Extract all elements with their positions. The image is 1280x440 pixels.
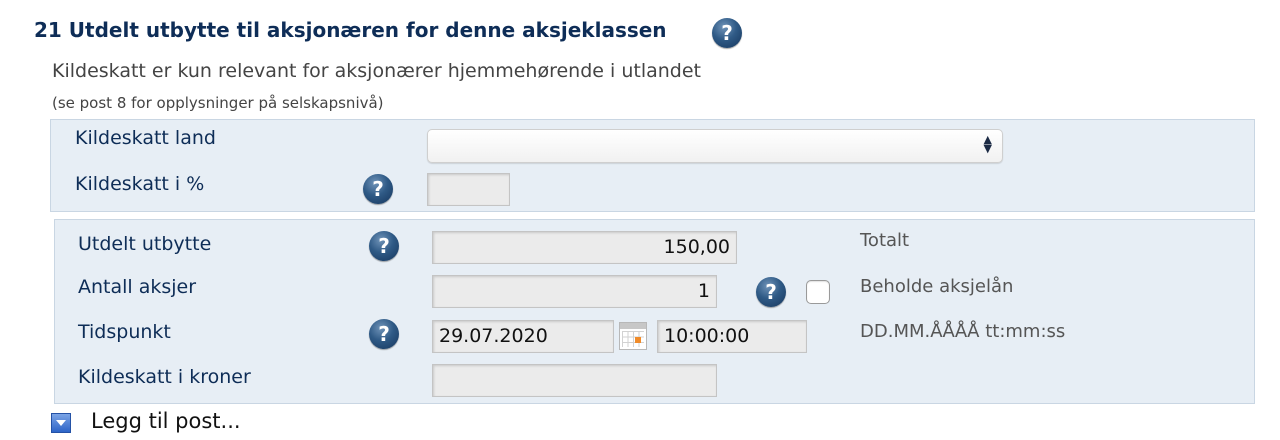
shares-count-input[interactable]: 1 bbox=[432, 275, 717, 308]
withholding-percent-label: Kildeskatt i % bbox=[75, 173, 205, 195]
expand-down-icon[interactable] bbox=[51, 413, 71, 433]
add-post-link[interactable]: Legg til post... bbox=[91, 409, 241, 433]
select-arrows-icon: ▲ ▼ bbox=[983, 133, 992, 155]
time-input[interactable]: 10:00:00 bbox=[657, 320, 807, 353]
withholding-country-label: Kildeskatt land bbox=[75, 127, 216, 149]
calendar-icon[interactable] bbox=[619, 322, 647, 350]
time-label: Tidspunkt bbox=[78, 321, 171, 343]
tax-kroner-input[interactable] bbox=[432, 364, 717, 397]
section-description: Kildeskatt er kun relevant for aksjonære… bbox=[52, 60, 701, 82]
tax-kroner-label: Kildeskatt i kroner bbox=[78, 366, 251, 388]
section-title: 21 Utdelt utbytte til aksjonæren for den… bbox=[34, 18, 667, 42]
dividend-amount-label: Utdelt utbytte bbox=[78, 233, 212, 255]
section-note: (se post 8 for opplysninger på selskapsn… bbox=[52, 94, 384, 112]
total-label: Totalt bbox=[860, 230, 910, 251]
help-icon[interactable]: ? bbox=[369, 231, 399, 261]
shares-count-label: Antall aksjer bbox=[78, 276, 197, 298]
date-input[interactable]: 29.07.2020 bbox=[432, 320, 614, 353]
help-icon[interactable]: ? bbox=[369, 319, 399, 349]
withholding-country-select[interactable]: ▲ ▼ bbox=[427, 129, 1003, 163]
keep-share-loan-label: Beholde aksjelån bbox=[860, 276, 1014, 297]
help-icon[interactable]: ? bbox=[712, 18, 742, 48]
dividend-amount-input[interactable]: 150,00 bbox=[432, 231, 737, 264]
keep-share-loan-checkbox[interactable] bbox=[806, 280, 830, 304]
help-icon[interactable]: ? bbox=[363, 174, 393, 204]
withholding-percent-input[interactable] bbox=[427, 173, 510, 206]
datetime-format-hint: DD.MM.ÅÅÅÅ tt:mm:ss bbox=[860, 321, 1066, 342]
help-icon[interactable]: ? bbox=[756, 277, 786, 307]
